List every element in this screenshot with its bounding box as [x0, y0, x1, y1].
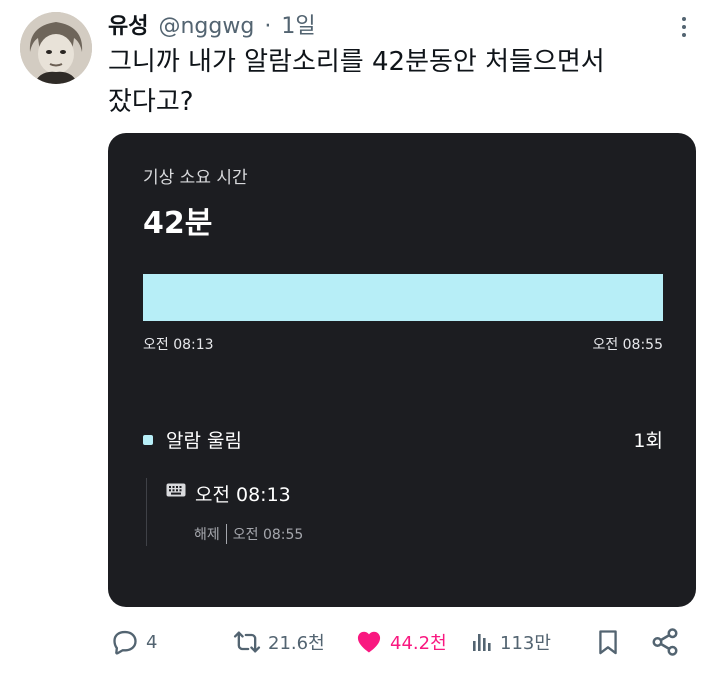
avatar-image — [20, 12, 92, 84]
avatar[interactable] — [20, 12, 92, 84]
display-name[interactable]: 유성 — [108, 8, 148, 40]
reply-button[interactable]: 4 — [110, 624, 157, 660]
dismiss-time: 오전 08:55 — [232, 527, 304, 543]
more-options-icon[interactable] — [676, 17, 692, 37]
keyboard-icon — [166, 483, 186, 497]
tweet-text: 그니까 내가 알람소리를 42분동안 처들으면서 잤다고? — [108, 47, 605, 117]
card-label: 기상 소요 시간 — [143, 168, 248, 188]
alarm-count: 1회 — [633, 430, 663, 452]
header-separator: · — [264, 14, 272, 39]
start-time: 오전 08:13 — [143, 337, 214, 353]
action-bar: 4 21.6천 44.2천 113만 — [108, 624, 688, 660]
user-handle[interactable]: @nggwg — [158, 14, 254, 39]
retweet-button[interactable]: 21.6천 — [232, 624, 325, 660]
reply-icon — [113, 630, 137, 655]
alarm-dismiss-row: 해제 오전 08:55 — [194, 524, 303, 544]
alarm-row: 알람 울림 1회 — [143, 426, 663, 453]
duration-bar-fill — [143, 274, 663, 321]
duration-bar — [143, 274, 663, 321]
views-button[interactable]: 113만 — [470, 624, 551, 660]
retweet-icon — [233, 631, 261, 653]
alarm-entry-time: 오전 08:13 — [195, 484, 291, 506]
retweet-count: 21.6천 — [268, 633, 325, 654]
bookmark-button[interactable] — [594, 624, 622, 660]
heart-icon — [357, 631, 381, 653]
timeline-line — [146, 478, 147, 546]
views-icon — [473, 634, 491, 651]
tweet: 유성 @nggwg · 1일 그니까 내가 알람소리를 42분동안 처들으면서 … — [0, 0, 718, 675]
like-button[interactable]: 44.2천 — [354, 624, 447, 660]
reply-count: 4 — [146, 631, 158, 653]
alarm-title: 알람 울림 — [166, 430, 242, 452]
tweet-header: 유성 @nggwg · 1일 — [108, 8, 316, 40]
dismiss-divider — [225, 524, 227, 544]
sleep-card[interactable]: 기상 소요 시간 42분 오전 08:13 오전 08:55 알람 울림 1회 … — [108, 133, 696, 607]
timestamp[interactable]: 1일 — [281, 8, 315, 40]
like-count: 44.2천 — [390, 633, 447, 654]
share-icon — [652, 628, 678, 656]
alarm-dot-icon — [143, 434, 153, 445]
dismiss-label: 해제 — [194, 527, 220, 543]
card-value: 42분 — [143, 206, 213, 241]
end-time: 오전 08:55 — [592, 337, 663, 353]
bookmark-icon — [599, 630, 617, 655]
share-button[interactable] — [650, 624, 680, 660]
view-count: 113만 — [500, 633, 551, 654]
